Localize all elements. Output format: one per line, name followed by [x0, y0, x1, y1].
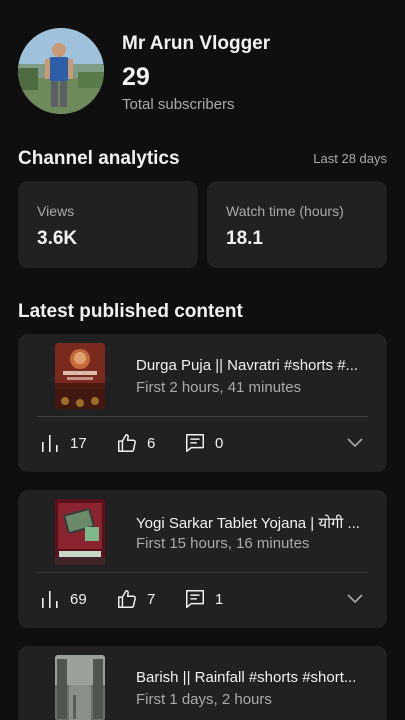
- likes-stat: 7: [116, 586, 155, 612]
- channel-name: Mr Arun Vlogger: [122, 33, 271, 54]
- views-stat: 69: [39, 586, 87, 612]
- thumbs-up-icon: [116, 588, 138, 610]
- metric-label: Watch time (hours): [226, 203, 344, 219]
- thumbs-up-icon: [116, 432, 138, 454]
- subscriber-count: 29: [122, 63, 150, 91]
- video-duration-info: First 1 days, 2 hours: [136, 691, 272, 708]
- video-thumbnail[interactable]: [55, 655, 105, 720]
- watch-time-metric-card[interactable]: Watch time (hours) 18.1: [207, 181, 387, 268]
- divider: [37, 416, 368, 417]
- chevron-down-icon[interactable]: [346, 591, 364, 605]
- video-title: Durga Puja || Navratri #shorts #...: [136, 357, 359, 374]
- content-card[interactable]: Durga Puja || Navratri #shorts #... Firs…: [18, 334, 387, 472]
- comment-icon: [184, 432, 206, 454]
- comments-stat: 1: [184, 586, 223, 612]
- video-thumbnail[interactable]: [55, 343, 105, 409]
- latest-content-title: Latest published content: [18, 301, 243, 322]
- likes-count: 7: [147, 590, 156, 608]
- bar-chart-icon: [39, 432, 61, 454]
- comments-stat: 0: [184, 430, 223, 456]
- metric-value: 18.1: [226, 228, 263, 249]
- content-card[interactable]: Yogi Sarkar Tablet Yojana | योगी ... Fir…: [18, 490, 387, 628]
- video-duration-info: First 15 hours, 16 minutes: [136, 535, 310, 552]
- metric-value: 3.6K: [37, 228, 78, 249]
- bar-chart-icon: [39, 588, 61, 610]
- views-count: 69: [70, 590, 87, 608]
- comment-icon: [184, 588, 206, 610]
- divider: [37, 572, 368, 573]
- video-thumbnail[interactable]: [55, 499, 105, 565]
- video-title: Yogi Sarkar Tablet Yojana | योगी ...: [136, 515, 360, 532]
- comments-count: 1: [215, 590, 224, 608]
- metric-label: Views: [37, 203, 75, 219]
- views-metric-card[interactable]: Views 3.6K: [18, 181, 198, 268]
- subscriber-label: Total subscribers: [122, 96, 235, 113]
- likes-stat: 6: [116, 430, 155, 456]
- views-stat: 17: [39, 430, 87, 456]
- channel-header: Mr Arun Vlogger 29 Total subscribers: [18, 28, 388, 118]
- analytics-period: Last 28 days: [313, 151, 387, 166]
- chevron-down-icon[interactable]: [346, 435, 364, 449]
- video-duration-info: First 2 hours, 41 minutes: [136, 379, 302, 396]
- content-card[interactable]: Barish || Rainfall #shorts #short... Fir…: [18, 646, 387, 720]
- comments-count: 0: [215, 434, 224, 452]
- likes-count: 6: [147, 434, 156, 452]
- views-count: 17: [70, 434, 87, 452]
- channel-analytics-title: Channel analytics: [18, 148, 180, 169]
- channel-avatar[interactable]: [18, 28, 104, 114]
- video-title: Barish || Rainfall #shorts #short...: [136, 669, 357, 686]
